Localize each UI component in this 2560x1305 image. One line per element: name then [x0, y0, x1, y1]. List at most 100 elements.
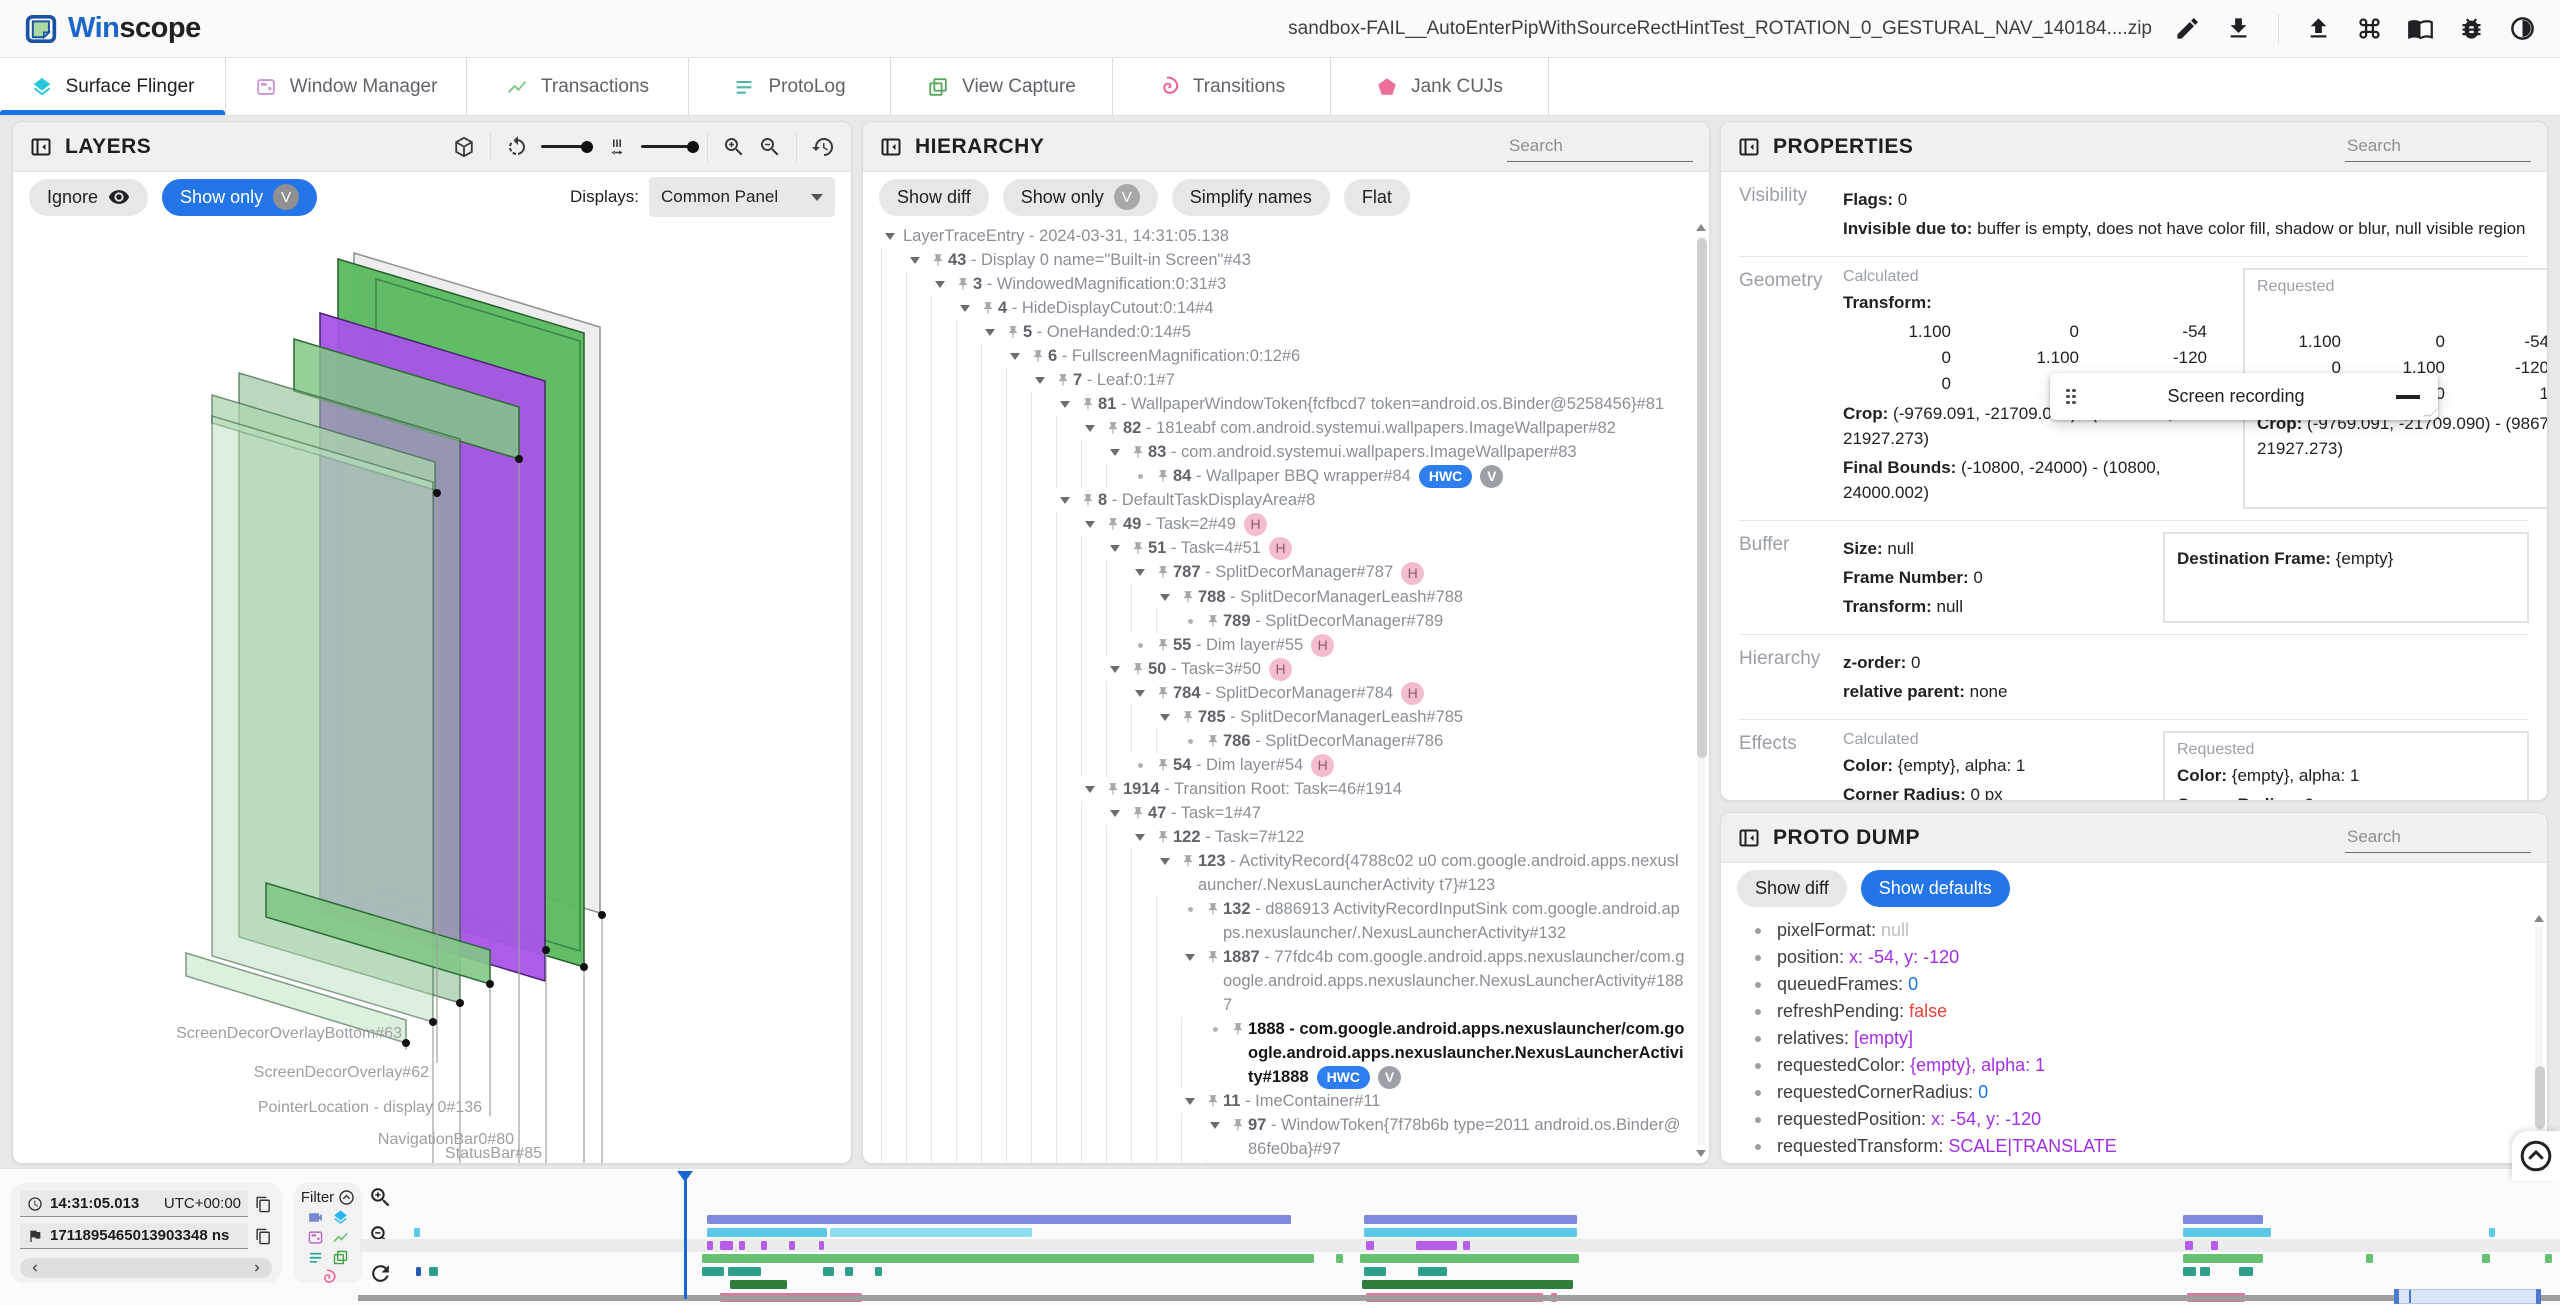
expand-arrow-icon[interactable] — [1131, 560, 1153, 584]
collapse-panel-icon[interactable] — [1737, 826, 1761, 850]
expand-arrow-icon[interactable] — [1131, 681, 1153, 705]
tree-node-50[interactable]: 50 - Task=3#50 H — [863, 656, 1693, 681]
reset-view-icon[interactable] — [811, 135, 835, 159]
tree-node-789[interactable]: 789 - SplitDecorManager#789 — [863, 608, 1693, 633]
trace-entry-segment[interactable] — [415, 1267, 422, 1276]
tab-transitions[interactable]: Transitions — [1113, 58, 1331, 115]
trace-entry-segment[interactable] — [2544, 1254, 2553, 1263]
hierarchy-scrollbar[interactable] — [1695, 222, 1707, 1159]
show-only-button[interactable]: Show only V — [162, 178, 318, 216]
pin-icon[interactable] — [1153, 565, 1173, 579]
frame-step-nav[interactable] — [20, 1258, 272, 1278]
filter-chart-icon[interactable] — [332, 1229, 349, 1246]
trace-entry-segment[interactable] — [823, 1267, 834, 1276]
pin-icon[interactable] — [953, 277, 973, 291]
screen-recording-overlay[interactable]: Screen recording — [2050, 373, 2439, 420]
pin-icon[interactable] — [1078, 397, 1098, 411]
tree-node-8[interactable]: 8 - DefaultTaskDisplayArea#8 — [863, 488, 1693, 513]
expand-arrow-icon[interactable] — [1181, 1089, 1203, 1113]
trace-entry-segment[interactable] — [1366, 1241, 1374, 1250]
proto-dump-search-input[interactable] — [2345, 822, 2531, 853]
rotation-icon[interactable] — [505, 135, 529, 159]
trace-entry-segment[interactable] — [702, 1267, 724, 1276]
expand-arrow-icon[interactable] — [1056, 488, 1078, 512]
trace-entry-segment[interactable] — [829, 1228, 1033, 1237]
trace-entry-segment[interactable] — [428, 1267, 439, 1276]
proto-row-position[interactable]: position: x: -54, y: -120 — [1721, 944, 2531, 971]
tree-node-82[interactable]: 82 - 181eabf com.android.systemui.wallpa… — [863, 416, 1693, 440]
proto-row-refreshPending[interactable]: refreshPending: false — [1721, 998, 2531, 1025]
trace-entry-segment[interactable] — [844, 1267, 854, 1276]
collapse-panel-icon[interactable] — [879, 135, 903, 159]
timeline-zoom-in-icon[interactable] — [368, 1185, 393, 1210]
report-bug-icon[interactable] — [2458, 15, 2485, 42]
expand-arrow-icon[interactable] — [881, 224, 903, 248]
pin-icon[interactable] — [1128, 541, 1148, 555]
timeline-cursor[interactable] — [684, 1173, 688, 1299]
pin-icon[interactable] — [1103, 517, 1123, 531]
expand-arrow-icon[interactable] — [1106, 801, 1128, 825]
trace-entry-segment[interactable] — [2185, 1241, 2193, 1250]
tree-node-785[interactable]: 785 - SplitDecorManagerLeash#785 — [863, 704, 1693, 729]
timeline-reset-icon[interactable] — [368, 1261, 393, 1286]
tree-node-6[interactable]: 6 - FullscreenMagnification:0:12#6 — [863, 344, 1693, 368]
tree-node-81[interactable]: 81 - WallpaperWindowToken{fcfbcd7 token=… — [863, 392, 1693, 416]
rotation-slider[interactable] — [541, 140, 593, 153]
trace-entry-segment[interactable] — [2200, 1267, 2210, 1276]
tab-protolog[interactable]: ProtoLog — [689, 58, 891, 115]
pin-icon[interactable] — [1178, 710, 1198, 724]
proto-row-queuedFrames[interactable]: queuedFrames: 0 — [1721, 971, 2531, 998]
tree-node-787[interactable]: 787 - SplitDecorManager#787 H — [863, 560, 1693, 585]
properties-search-input[interactable] — [2345, 131, 2531, 162]
trace-entry-segment[interactable] — [2238, 1267, 2253, 1276]
expand-arrow-icon[interactable] — [1006, 344, 1028, 368]
trace-entry-segment[interactable] — [2482, 1254, 2490, 1263]
human-time-field[interactable]: 14:31:05.013 UTC+00:00 — [20, 1191, 248, 1217]
tree-node-1914[interactable]: 1914 - Transition Root: Task=46#1914 — [863, 777, 1693, 802]
expand-arrow-icon[interactable] — [1056, 392, 1078, 416]
pin-icon[interactable] — [1078, 493, 1098, 507]
pin-icon[interactable] — [1153, 830, 1173, 844]
trace-entry-segment[interactable] — [2488, 1228, 2496, 1237]
trace-entry-segment[interactable] — [788, 1241, 796, 1250]
trace-entry-segment[interactable] — [2182, 1215, 2263, 1224]
trace-entry-segment[interactable] — [1417, 1267, 1447, 1276]
pin-icon[interactable] — [1203, 950, 1223, 964]
tree-node-51[interactable]: 51 - Task=4#51 H — [863, 536, 1693, 561]
timeline-row-transactions[interactable] — [405, 1241, 2560, 1250]
pin-icon[interactable] — [1203, 614, 1223, 628]
documentation-icon[interactable] — [2407, 15, 2434, 42]
tree-node-49[interactable]: 49 - Task=2#49 H — [863, 512, 1693, 537]
expand-arrow-icon[interactable] — [1081, 512, 1103, 536]
trace-entry-segment[interactable] — [2182, 1228, 2272, 1237]
tree-node-784[interactable]: 784 - SplitDecorManager#784 H — [863, 680, 1693, 705]
pin-icon[interactable] — [1203, 902, 1223, 916]
drag-handle-icon[interactable] — [2066, 388, 2076, 405]
pin-icon[interactable] — [1178, 590, 1198, 604]
timeline-row-surface-flinger[interactable] — [405, 1215, 2560, 1224]
previous-frame-icon[interactable] — [28, 1261, 42, 1275]
trace-entry-segment[interactable] — [1363, 1267, 1386, 1276]
pin-icon[interactable] — [1178, 854, 1198, 868]
scroll-up-icon[interactable] — [1696, 224, 1706, 231]
trace-entry-segment[interactable] — [1359, 1254, 1580, 1263]
spacing-slider[interactable] — [641, 140, 699, 153]
proto-row-requestedTransform[interactable]: requestedTransform: SCALE|TRANSLATE — [1721, 1133, 2531, 1160]
filter-squares-icon[interactable] — [332, 1249, 349, 1266]
timeline-row-protolog[interactable] — [405, 1254, 2560, 1263]
tab-view-capture[interactable]: View Capture — [891, 58, 1113, 115]
trace-entry-segment[interactable] — [413, 1228, 421, 1237]
pin-icon[interactable] — [1128, 806, 1148, 820]
zoom-out-icon[interactable] — [758, 135, 782, 159]
expand-arrow-icon[interactable] — [906, 248, 928, 272]
trace-entry-segment[interactable] — [1361, 1280, 1573, 1289]
expand-arrow-icon[interactable] — [956, 296, 978, 320]
scroll-down-icon[interactable] — [1696, 1150, 1706, 1157]
tree-node-11[interactable]: 11 - ImeContainer#11 — [863, 1089, 1693, 1114]
proto-row-pixelFormat[interactable]: pixelFormat: null — [1721, 917, 2531, 944]
proto-row-relatives[interactable]: relatives: [empty] — [1721, 1025, 2531, 1052]
expand-arrow-icon[interactable] — [1181, 945, 1203, 969]
trace-entry-segment[interactable] — [760, 1241, 768, 1250]
collapse-filter-icon[interactable] — [338, 1189, 355, 1206]
expand-arrow-icon[interactable] — [931, 272, 953, 296]
